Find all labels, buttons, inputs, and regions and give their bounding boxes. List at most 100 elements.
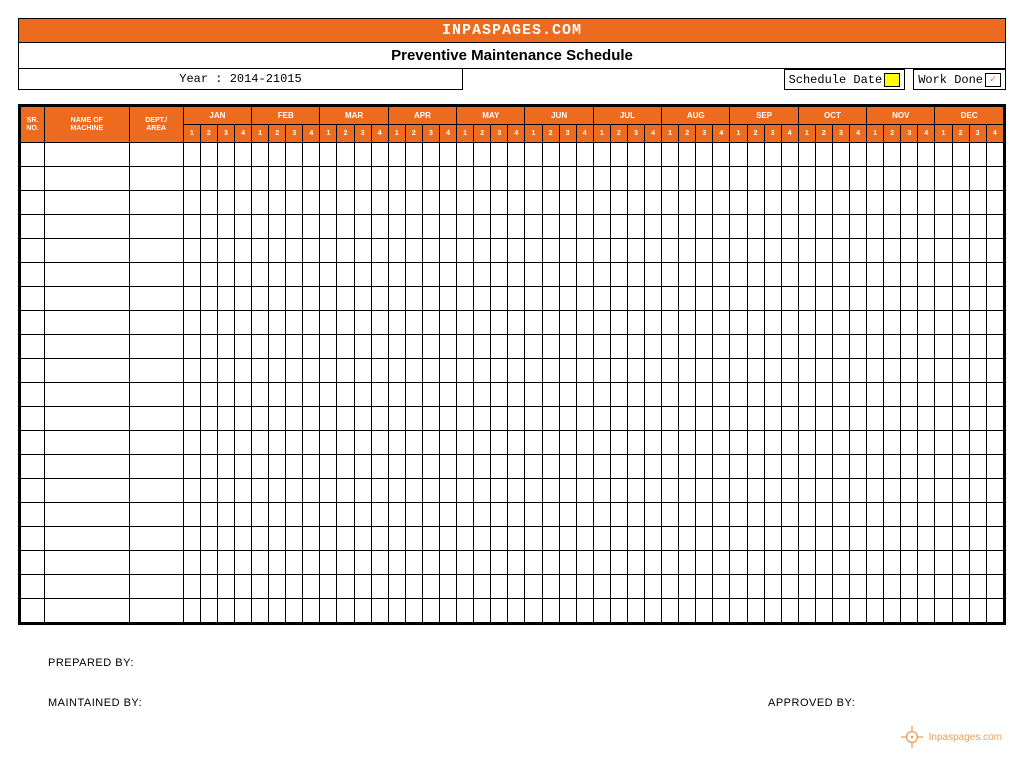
cell (764, 263, 781, 287)
cell (474, 215, 491, 239)
cell (183, 335, 200, 359)
col-week: 4 (371, 125, 388, 143)
cell (286, 527, 303, 551)
cell (422, 335, 439, 359)
cell (508, 143, 525, 167)
cell (491, 479, 508, 503)
cell (627, 599, 644, 623)
cell (337, 455, 354, 479)
cell (798, 431, 815, 455)
cell (542, 407, 559, 431)
cell (286, 599, 303, 623)
cell (730, 191, 747, 215)
table-row (21, 191, 1004, 215)
cell (627, 311, 644, 335)
cell (269, 503, 286, 527)
cell (252, 239, 269, 263)
cell (542, 287, 559, 311)
cell (439, 215, 456, 239)
cell (439, 599, 456, 623)
cell (918, 239, 935, 263)
cell (884, 551, 901, 575)
cell (457, 335, 474, 359)
cell (867, 575, 884, 599)
cell (45, 575, 129, 599)
cell (508, 527, 525, 551)
cell (508, 479, 525, 503)
cell (798, 191, 815, 215)
cell (491, 527, 508, 551)
cell (559, 191, 576, 215)
cell (662, 551, 679, 575)
col-week: 1 (798, 125, 815, 143)
cell (320, 431, 337, 455)
cell (491, 551, 508, 575)
cell (388, 359, 405, 383)
cell (252, 311, 269, 335)
cell (952, 167, 969, 191)
cell (730, 551, 747, 575)
cell (901, 383, 918, 407)
cell (576, 431, 593, 455)
cell (645, 551, 662, 575)
cell (129, 191, 183, 215)
cell (252, 191, 269, 215)
cell (422, 551, 439, 575)
cell (901, 575, 918, 599)
cell (405, 503, 422, 527)
cell (747, 335, 764, 359)
cell (781, 263, 798, 287)
cell (525, 359, 542, 383)
cell (200, 503, 217, 527)
cell (713, 287, 730, 311)
table-row (21, 239, 1004, 263)
cell (388, 575, 405, 599)
cell (252, 551, 269, 575)
cell (405, 335, 422, 359)
cell (439, 287, 456, 311)
cell (730, 287, 747, 311)
cell (269, 263, 286, 287)
cell (235, 167, 252, 191)
col-week: 4 (986, 125, 1003, 143)
cell (627, 263, 644, 287)
cell (217, 575, 234, 599)
cell (320, 503, 337, 527)
cell (286, 191, 303, 215)
cell (764, 215, 781, 239)
cell (217, 431, 234, 455)
cell (474, 407, 491, 431)
cell (730, 311, 747, 335)
cell (918, 383, 935, 407)
cell (798, 287, 815, 311)
col-week: 3 (559, 125, 576, 143)
cell (320, 167, 337, 191)
cell (986, 143, 1003, 167)
cell (457, 311, 474, 335)
cell (405, 191, 422, 215)
cell (388, 383, 405, 407)
table-row (21, 407, 1004, 431)
table-row (21, 215, 1004, 239)
cell (713, 335, 730, 359)
cell (764, 551, 781, 575)
cell (405, 359, 422, 383)
cell (252, 599, 269, 623)
cell (645, 575, 662, 599)
cell (559, 551, 576, 575)
cell (457, 287, 474, 311)
cell (627, 287, 644, 311)
cell (286, 359, 303, 383)
col-week: 1 (662, 125, 679, 143)
cell (986, 311, 1003, 335)
col-week: 3 (969, 125, 986, 143)
cell (422, 287, 439, 311)
cell (371, 335, 388, 359)
cell (439, 311, 456, 335)
cell (457, 167, 474, 191)
cell (474, 527, 491, 551)
cell (593, 551, 610, 575)
cell (508, 215, 525, 239)
cell (679, 551, 696, 575)
cell (576, 503, 593, 527)
